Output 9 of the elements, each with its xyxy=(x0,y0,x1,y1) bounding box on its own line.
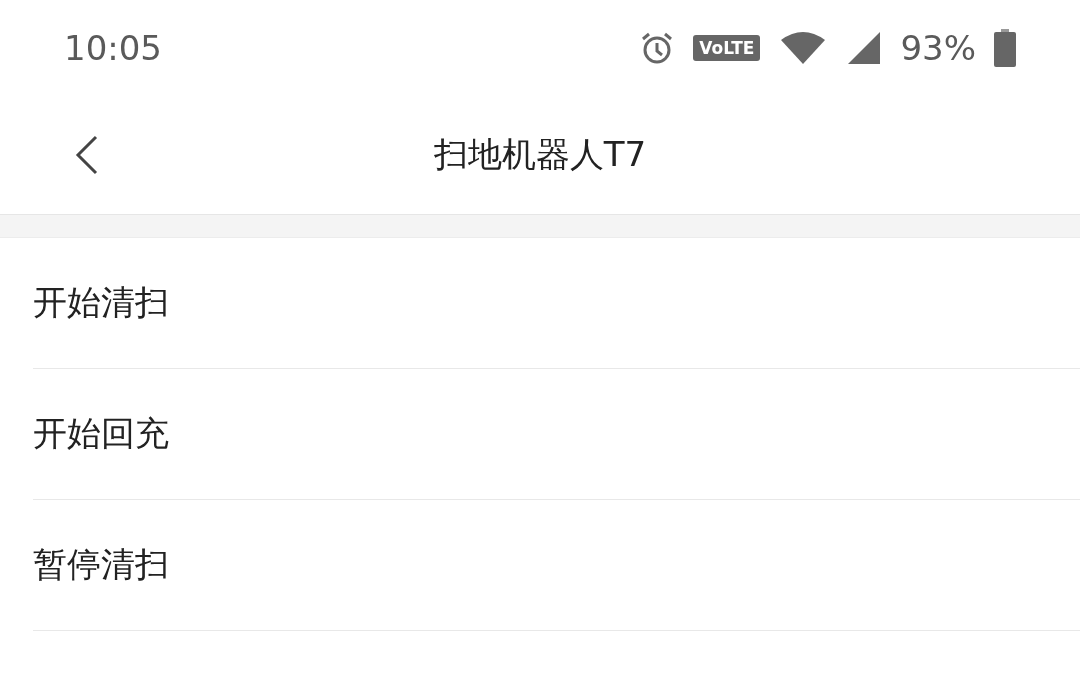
volte-badge: VoLTE xyxy=(693,35,761,61)
battery-percent: 93% xyxy=(900,28,976,68)
status-time: 10:05 xyxy=(64,28,162,68)
page-title: 扫地机器人T7 xyxy=(433,133,647,176)
battery-icon xyxy=(994,29,1016,67)
action-item[interactable]: 开始清扫 xyxy=(33,238,1080,369)
action-item[interactable]: 开始回充 xyxy=(33,369,1080,500)
action-item[interactable]: 暂停清扫 xyxy=(33,500,1080,631)
signal-icon xyxy=(846,30,883,66)
